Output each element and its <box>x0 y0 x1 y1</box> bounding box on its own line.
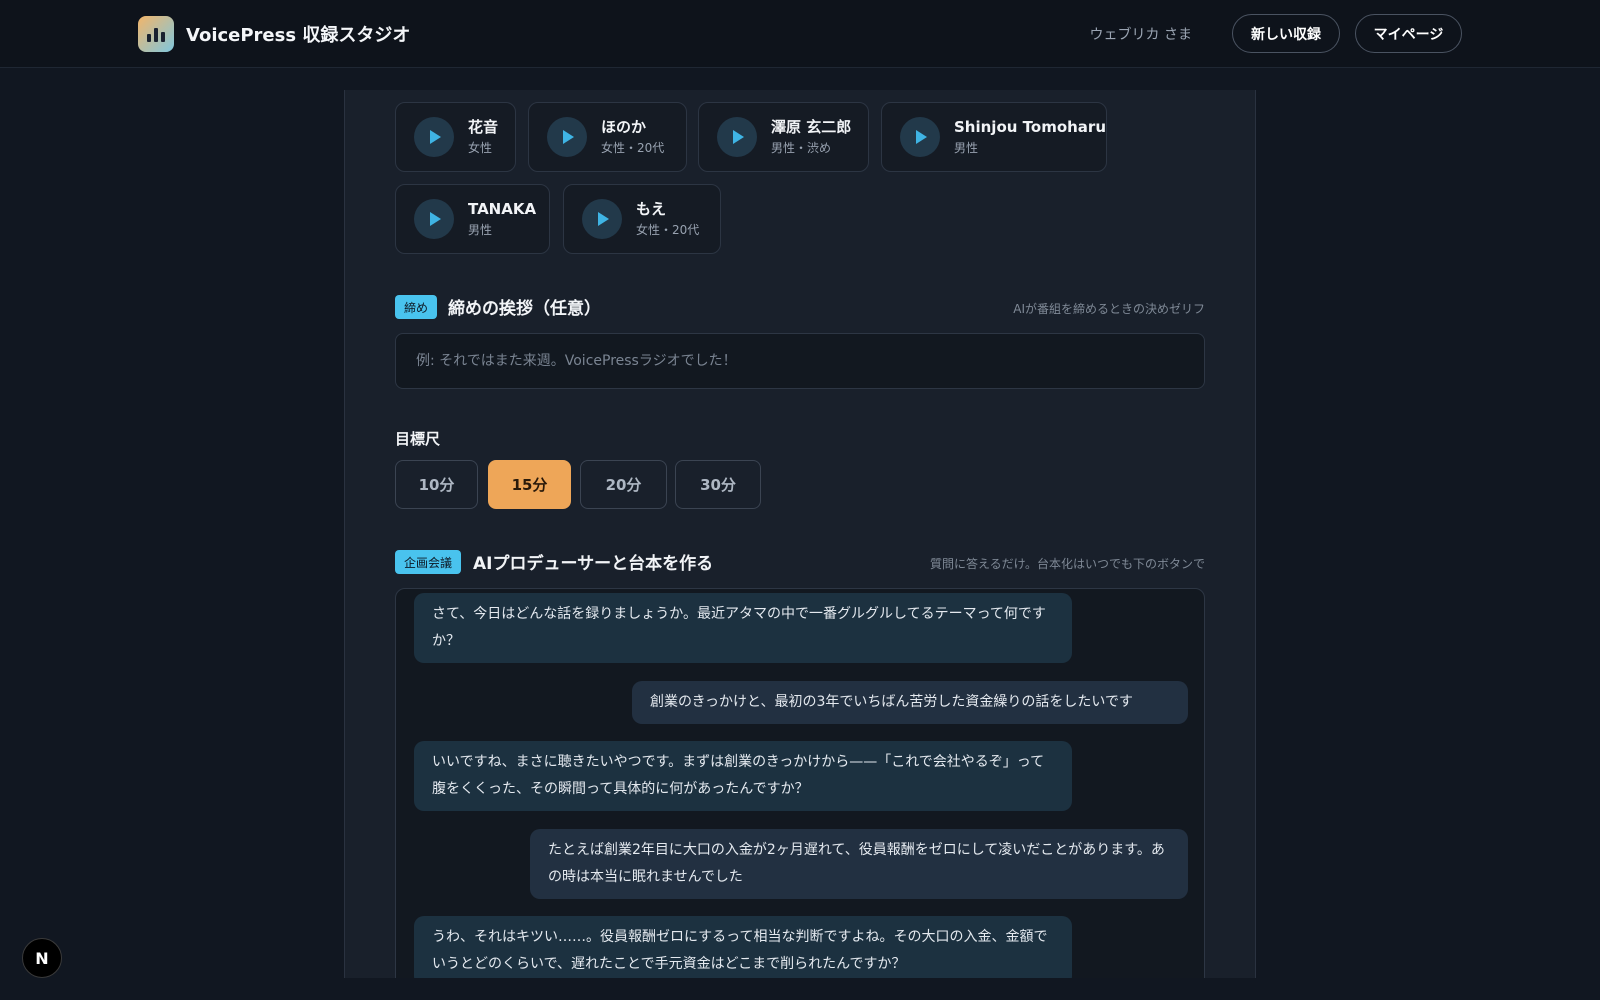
voice-card[interactable]: ほのか 女性・20代 <box>528 102 687 172</box>
closing-badge: 締め <box>395 295 438 319</box>
dev-indicator-icon[interactable]: N <box>22 938 62 978</box>
voice-desc: 女性・20代 <box>601 140 665 155</box>
duration-option-10[interactable]: 10分 <box>395 460 478 509</box>
voice-desc: 女性・20代 <box>636 222 700 237</box>
duration-option-30[interactable]: 30分 <box>675 460 761 509</box>
closing-title: 締めの挨拶（任意） <box>448 299 601 319</box>
voice-desc: 女性 <box>468 140 493 155</box>
new-recording-button[interactable]: 新しい収録 <box>1232 14 1340 53</box>
duration-label: 目標尺 <box>395 430 441 448</box>
user-message: たとえば創業2年目に大口の入金が2ヶ月遅れて、役員報酬をゼロにして凌いだことがあ… <box>530 829 1188 899</box>
voice-name: もえ <box>636 199 667 218</box>
planning-badge: 企画会議 <box>395 550 462 574</box>
voice-desc: 男性 <box>468 222 493 237</box>
brand[interactable]: VoicePress 収録スタジオ <box>138 16 410 52</box>
voice-name: TANAKA <box>468 199 537 218</box>
voice-card[interactable]: Shinjou Tomoharu 男性 <box>881 102 1107 172</box>
top-header: VoicePress 収録スタジオ ウェブリカ さま 新しい収録 マイページ <box>0 0 1600 68</box>
ai-message: いいですね、まさに聴きたいやつです。まずは創業のきっかけから——「これで会社やる… <box>414 741 1072 811</box>
voice-name: Shinjou Tomoharu <box>954 117 1107 136</box>
voice-desc: 男性・渋め <box>771 140 832 155</box>
logo-bars-icon <box>138 16 174 52</box>
duration-option-15-selected[interactable]: 15分 <box>488 460 571 509</box>
voice-name: ほのか <box>601 117 647 136</box>
ai-message: うわ、それはキツい……。役員報酬ゼロにするって相当な判断ですよね。その大口の入金… <box>414 916 1072 978</box>
play-icon[interactable] <box>547 117 587 157</box>
main-panel: 花音 女性 ほのか 女性・20代 澤原 玄二郎 男性・渋め Shinjou To… <box>344 90 1256 978</box>
voice-name: 澤原 玄二郎 <box>771 117 852 136</box>
play-icon[interactable] <box>414 199 454 239</box>
closing-hint: AIが番組を締めるときの決めゼリフ <box>1013 302 1205 316</box>
play-icon[interactable] <box>717 117 757 157</box>
play-icon[interactable] <box>900 117 940 157</box>
planning-hint: 質問に答えるだけ。台本化はいつでも下のボタンで <box>929 557 1205 571</box>
voice-card[interactable]: TANAKA 男性 <box>395 184 550 254</box>
chat-log[interactable]: さて、今日はどんな話を録りましょうか。最近アタマの中で一番グルグルしてるテーマっ… <box>395 588 1205 978</box>
closing-greeting-input[interactable] <box>395 333 1205 389</box>
voice-card[interactable]: もえ 女性・20代 <box>563 184 721 254</box>
user-message: 創業のきっかけと、最初の3年でいちばん苦労した資金繰りの話をしたいです <box>632 681 1188 724</box>
play-icon[interactable] <box>414 117 454 157</box>
voice-name: 花音 <box>468 117 499 136</box>
voice-card[interactable]: 澤原 玄二郎 男性・渋め <box>698 102 869 172</box>
mypage-button[interactable]: マイページ <box>1355 14 1462 53</box>
voice-card[interactable]: 花音 女性 <box>395 102 516 172</box>
play-icon[interactable] <box>582 199 622 239</box>
voice-desc: 男性 <box>954 140 979 155</box>
ai-message: さて、今日はどんな話を録りましょうか。最近アタマの中で一番グルグルしてるテーマっ… <box>414 593 1072 663</box>
duration-option-20[interactable]: 20分 <box>580 460 667 509</box>
app-title: VoicePress 収録スタジオ <box>186 25 411 46</box>
user-name: ウェブリカ さま <box>1089 27 1192 43</box>
planning-title: AIプロデューサーと台本を作る <box>473 554 714 574</box>
